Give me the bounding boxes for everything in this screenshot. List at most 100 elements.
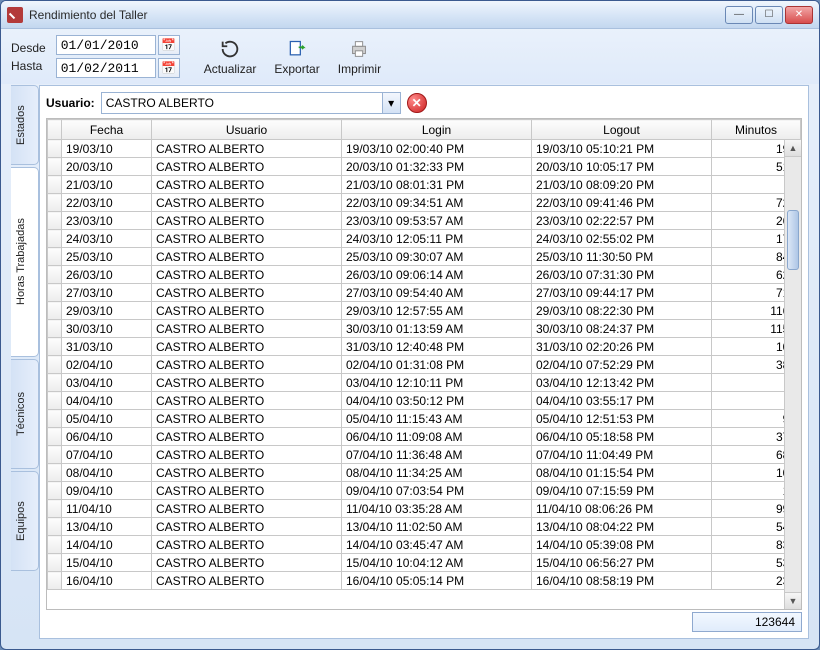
tab-estados[interactable]: Estados [11, 85, 39, 165]
row-header[interactable] [48, 428, 62, 446]
table-row[interactable]: 21/03/10CASTRO ALBERTO21/03/10 08:01:31 … [48, 176, 801, 194]
col-login[interactable]: Login [342, 120, 532, 140]
scroll-up-arrow[interactable]: ▲ [785, 140, 801, 157]
cell-logout: 31/03/10 02:20:26 PM [532, 338, 712, 356]
row-header[interactable] [48, 374, 62, 392]
cell-login: 31/03/10 12:40:48 PM [342, 338, 532, 356]
table-row[interactable]: 19/03/10CASTRO ALBERTO19/03/10 02:00:40 … [48, 140, 801, 158]
cell-usuario: CASTRO ALBERTO [152, 518, 342, 536]
tab-equipos[interactable]: Equipos [11, 471, 39, 571]
desde-label: Desde [11, 41, 46, 55]
cell-logout: 02/04/10 07:52:29 PM [532, 356, 712, 374]
cell-login: 04/04/10 03:50:12 PM [342, 392, 532, 410]
clear-filter-button[interactable]: ✕ [407, 93, 427, 113]
table-row[interactable]: 06/04/10CASTRO ALBERTO06/04/10 11:09:08 … [48, 428, 801, 446]
toolbar: Desde Hasta 📅 📅 Actualizar Exportar [1, 29, 819, 84]
row-header[interactable] [48, 158, 62, 176]
table-row[interactable]: 22/03/10CASTRO ALBERTO22/03/10 09:34:51 … [48, 194, 801, 212]
chevron-down-icon[interactable]: ▾ [382, 93, 400, 113]
vertical-scrollbar[interactable]: ▲ ▼ [784, 140, 801, 609]
tab-tecnicos[interactable]: Técnicos [11, 359, 39, 469]
table-row[interactable]: 25/03/10CASTRO ALBERTO25/03/10 09:30:07 … [48, 248, 801, 266]
row-header[interactable] [48, 410, 62, 428]
cell-fecha: 30/03/10 [62, 320, 152, 338]
table-row[interactable]: 26/03/10CASTRO ALBERTO26/03/10 09:06:14 … [48, 266, 801, 284]
table-row[interactable]: 11/04/10CASTRO ALBERTO11/04/10 03:35:28 … [48, 500, 801, 518]
row-header[interactable] [48, 302, 62, 320]
table-row[interactable]: 03/04/10CASTRO ALBERTO03/04/10 12:10:11 … [48, 374, 801, 392]
row-header[interactable] [48, 212, 62, 230]
hasta-calendar-button[interactable]: 📅 [158, 58, 180, 78]
cell-logout: 04/04/10 03:55:17 PM [532, 392, 712, 410]
data-grid[interactable]: Fecha Usuario Login Logout Minutos 19/03… [46, 118, 802, 610]
hasta-label: Hasta [11, 59, 46, 73]
table-row[interactable]: 24/03/10CASTRO ALBERTO24/03/10 12:05:11 … [48, 230, 801, 248]
table-row[interactable]: 07/04/10CASTRO ALBERTO07/04/10 11:36:48 … [48, 446, 801, 464]
row-header[interactable] [48, 320, 62, 338]
row-header[interactable] [48, 266, 62, 284]
table-row[interactable]: 08/04/10CASTRO ALBERTO08/04/10 11:34:25 … [48, 464, 801, 482]
export-button[interactable]: Exportar [274, 38, 319, 76]
table-row[interactable]: 15/04/10CASTRO ALBERTO15/04/10 10:04:12 … [48, 554, 801, 572]
row-header[interactable] [48, 194, 62, 212]
table-row[interactable]: 16/04/10CASTRO ALBERTO16/04/10 05:05:14 … [48, 572, 801, 590]
row-header[interactable] [48, 338, 62, 356]
table-row[interactable]: 14/04/10CASTRO ALBERTO14/04/10 03:45:47 … [48, 536, 801, 554]
cell-logout: 15/04/10 06:56:27 PM [532, 554, 712, 572]
table-row[interactable]: 04/04/10CASTRO ALBERTO04/04/10 03:50:12 … [48, 392, 801, 410]
table-row[interactable]: 09/04/10CASTRO ALBERTO09/04/10 07:03:54 … [48, 482, 801, 500]
cell-logout: 19/03/10 05:10:21 PM [532, 140, 712, 158]
titlebar[interactable]: Rendimiento del Taller — ☐ ✕ [1, 1, 819, 29]
cell-fecha: 11/04/10 [62, 500, 152, 518]
col-logout[interactable]: Logout [532, 120, 712, 140]
cell-login: 03/04/10 12:10:11 PM [342, 374, 532, 392]
table-row[interactable]: 20/03/10CASTRO ALBERTO20/03/10 01:32:33 … [48, 158, 801, 176]
table-row[interactable]: 31/03/10CASTRO ALBERTO31/03/10 12:40:48 … [48, 338, 801, 356]
cell-logout: 08/04/10 01:15:54 PM [532, 464, 712, 482]
table-row[interactable]: 30/03/10CASTRO ALBERTO30/03/10 01:13:59 … [48, 320, 801, 338]
table-row[interactable]: 05/04/10CASTRO ALBERTO05/04/10 11:15:43 … [48, 410, 801, 428]
desde-calendar-button[interactable]: 📅 [158, 35, 180, 55]
hasta-input[interactable] [56, 58, 156, 78]
row-header[interactable] [48, 536, 62, 554]
scroll-thumb[interactable] [787, 210, 799, 270]
cell-fecha: 22/03/10 [62, 194, 152, 212]
row-header[interactable] [48, 248, 62, 266]
row-header[interactable] [48, 500, 62, 518]
tab-horas-trabajadas[interactable]: Horas Trabajadas [11, 167, 39, 357]
col-usuario[interactable]: Usuario [152, 120, 342, 140]
cell-logout: 09/04/10 07:15:59 PM [532, 482, 712, 500]
cell-usuario: CASTRO ALBERTO [152, 320, 342, 338]
scroll-down-arrow[interactable]: ▼ [785, 592, 801, 609]
cell-usuario: CASTRO ALBERTO [152, 194, 342, 212]
table-row[interactable]: 23/03/10CASTRO ALBERTO23/03/10 09:53:57 … [48, 212, 801, 230]
print-button[interactable]: Imprimir [338, 38, 381, 76]
table-row[interactable]: 29/03/10CASTRO ALBERTO29/03/10 12:57:55 … [48, 302, 801, 320]
row-header[interactable] [48, 446, 62, 464]
row-header[interactable] [48, 230, 62, 248]
table-row[interactable]: 02/04/10CASTRO ALBERTO02/04/10 01:31:08 … [48, 356, 801, 374]
row-header[interactable] [48, 284, 62, 302]
row-header[interactable] [48, 572, 62, 590]
row-header[interactable] [48, 554, 62, 572]
row-header[interactable] [48, 464, 62, 482]
row-header-col[interactable] [48, 120, 62, 140]
row-header[interactable] [48, 392, 62, 410]
desde-input[interactable] [56, 35, 156, 55]
usuario-combo[interactable]: CASTRO ALBERTO ▾ [101, 92, 401, 114]
cell-fecha: 29/03/10 [62, 302, 152, 320]
col-minutos[interactable]: Minutos [712, 120, 801, 140]
row-header[interactable] [48, 518, 62, 536]
row-header[interactable] [48, 356, 62, 374]
col-fecha[interactable]: Fecha [62, 120, 152, 140]
row-header[interactable] [48, 176, 62, 194]
row-header[interactable] [48, 482, 62, 500]
maximize-button[interactable]: ☐ [755, 6, 783, 24]
minimize-button[interactable]: — [725, 6, 753, 24]
table-row[interactable]: 27/03/10CASTRO ALBERTO27/03/10 09:54:40 … [48, 284, 801, 302]
row-header[interactable] [48, 140, 62, 158]
main-pane: Usuario: CASTRO ALBERTO ▾ ✕ Fecha Usuari… [39, 85, 809, 639]
table-row[interactable]: 13/04/10CASTRO ALBERTO13/04/10 11:02:50 … [48, 518, 801, 536]
refresh-button[interactable]: Actualizar [204, 38, 257, 76]
close-button[interactable]: ✕ [785, 6, 813, 24]
